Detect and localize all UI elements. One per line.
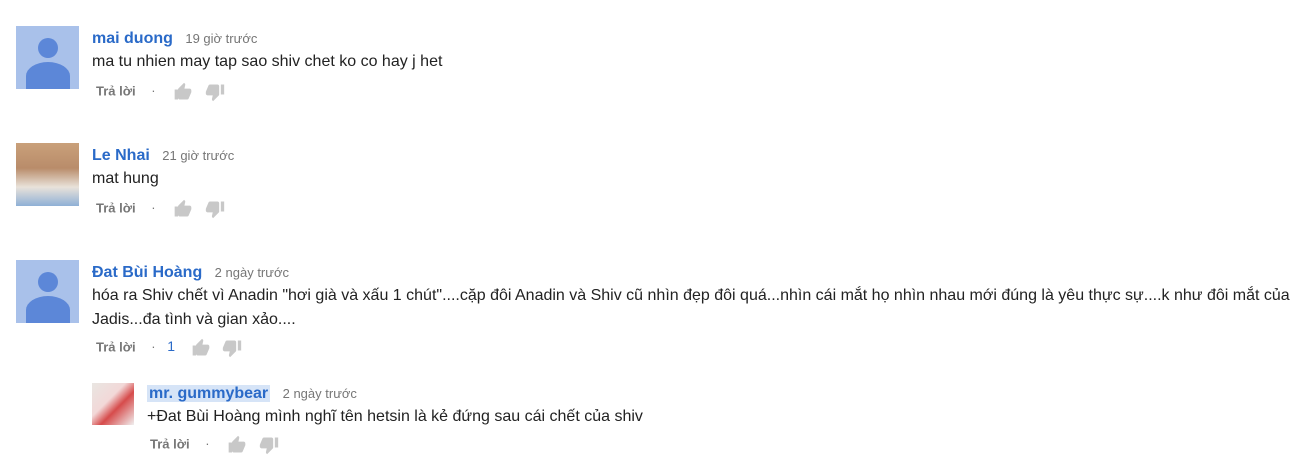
comment-author[interactable]: mr. gummybear <box>147 385 271 402</box>
thumbs-down-icon[interactable] <box>259 435 281 455</box>
comment-author[interactable]: mai duong <box>92 30 173 47</box>
thumbs-down-icon[interactable] <box>205 82 227 102</box>
thumbs-down-icon[interactable] <box>205 199 227 219</box>
comment-timestamp[interactable]: 19 giờ trước <box>185 31 257 46</box>
comment-text: mat hung <box>92 170 159 187</box>
comment-text: hóa ra Shiv chết vì Anadin "hơi già và x… <box>92 287 1290 328</box>
comment-timestamp[interactable]: 2 ngày trước <box>215 265 289 280</box>
thumbs-up-icon[interactable] <box>173 82 195 102</box>
reply-button[interactable]: Trả lời <box>96 83 136 98</box>
separator-dot: · <box>151 83 156 99</box>
thumbs-down-icon[interactable] <box>222 338 244 358</box>
comment-text: +Đat Bùi Hoàng mình nghĩ tên hetsin là k… <box>147 408 643 425</box>
comment-author[interactable]: Đat Bùi Hoàng <box>92 264 202 281</box>
comment-timestamp[interactable]: 21 giờ trước <box>162 148 234 163</box>
user-avatar[interactable] <box>16 143 79 206</box>
separator-dot: · <box>151 339 156 355</box>
separator-dot: · <box>151 200 156 216</box>
thumbs-up-icon[interactable] <box>191 338 213 358</box>
comment-timestamp[interactable]: 2 ngày trước <box>283 386 357 401</box>
like-count: 1 <box>167 338 175 355</box>
reply-button[interactable]: Trả lời <box>150 436 190 451</box>
reply-button[interactable]: Trả lời <box>96 200 136 215</box>
separator-dot: · <box>205 436 210 452</box>
comment-text: ma tu nhien may tap sao shiv chet ko co … <box>92 53 443 70</box>
user-avatar[interactable] <box>16 260 79 323</box>
thumbs-up-icon[interactable] <box>227 435 249 455</box>
thumbs-up-icon[interactable] <box>173 199 195 219</box>
reply-button[interactable]: Trả lời <box>96 339 136 354</box>
comment-author[interactable]: Le Nhai <box>92 147 150 164</box>
user-avatar[interactable] <box>16 26 79 89</box>
user-avatar[interactable] <box>92 383 134 425</box>
